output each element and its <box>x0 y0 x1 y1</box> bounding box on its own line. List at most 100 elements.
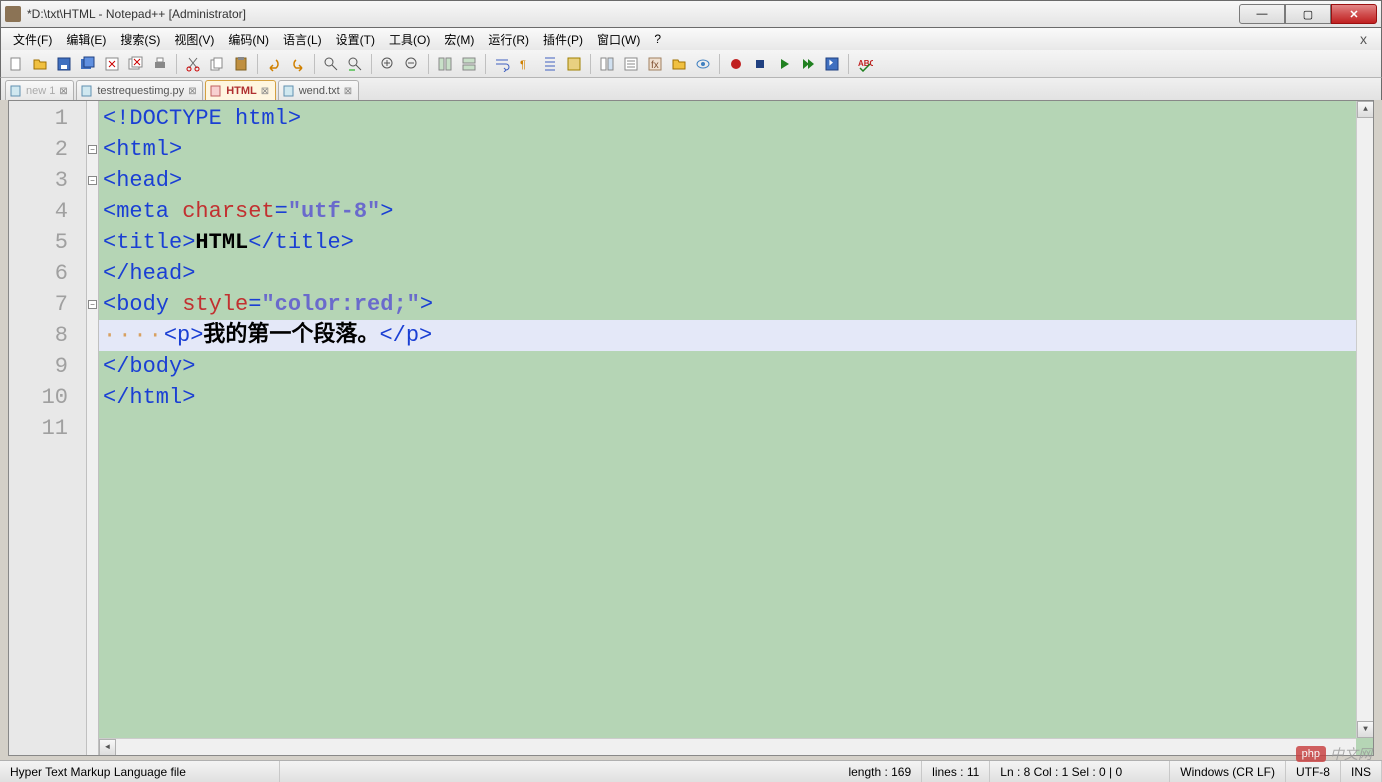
titlebar: *D:\txt\HTML - Notepad++ [Administrator]… <box>0 0 1382 28</box>
close-all-icon[interactable] <box>125 53 147 75</box>
scroll-down-icon[interactable]: ▼ <box>1357 721 1373 738</box>
code-line[interactable]: </body> <box>99 351 1373 382</box>
show-all-chars-icon[interactable]: ¶ <box>515 53 537 75</box>
record-macro-icon[interactable] <box>725 53 747 75</box>
doc-map-icon[interactable] <box>596 53 618 75</box>
file-icon <box>81 85 93 97</box>
tab-close-icon[interactable]: ⊠ <box>188 86 198 96</box>
menu-tools[interactable]: 工具(O) <box>383 29 436 50</box>
redo-icon[interactable] <box>287 53 309 75</box>
monitoring-icon[interactable] <box>692 53 714 75</box>
vertical-scrollbar[interactable]: ▲ ▼ <box>1356 101 1373 738</box>
menu-file[interactable]: 文件(F) <box>7 29 58 50</box>
save-icon[interactable] <box>53 53 75 75</box>
copy-icon[interactable] <box>206 53 228 75</box>
window-title: *D:\txt\HTML - Notepad++ [Administrator] <box>27 7 1239 21</box>
cut-icon[interactable] <box>182 53 204 75</box>
menu-macro[interactable]: 宏(M) <box>438 29 480 50</box>
undo-icon[interactable] <box>263 53 285 75</box>
close-button[interactable]: ✕ <box>1331 4 1377 24</box>
play-macro-icon[interactable] <box>773 53 795 75</box>
play-multi-icon[interactable] <box>797 53 819 75</box>
menu-language[interactable]: 语言(L) <box>277 29 328 50</box>
scroll-left-icon[interactable]: ◄ <box>99 739 116 755</box>
wordwrap-icon[interactable] <box>491 53 513 75</box>
menu-plugins[interactable]: 插件(P) <box>537 29 589 50</box>
paste-icon[interactable] <box>230 53 252 75</box>
toolbar-separator <box>371 54 372 74</box>
fold-toggle-icon[interactable]: − <box>88 300 97 309</box>
menu-view[interactable]: 视图(V) <box>168 29 220 50</box>
menubar-close-button[interactable]: x <box>1352 31 1375 47</box>
code-line[interactable]: ····<p>我的第一个段落。</p> <box>99 320 1373 351</box>
code-line[interactable]: <html> <box>99 134 1373 165</box>
code-line[interactable]: <body style="color:red;"> <box>99 289 1373 320</box>
tab-html[interactable]: HTML ⊠ <box>205 80 276 100</box>
tab-label: testrequestimg.py <box>97 85 184 97</box>
save-macro-icon[interactable] <box>821 53 843 75</box>
find-icon[interactable] <box>320 53 342 75</box>
status-insert-mode[interactable]: INS <box>1341 761 1382 782</box>
code-line[interactable]: <head> <box>99 165 1373 196</box>
close-file-icon[interactable] <box>101 53 123 75</box>
sync-vscroll-icon[interactable] <box>434 53 456 75</box>
menu-search[interactable]: 搜索(S) <box>114 29 166 50</box>
menubar: 文件(F) 编辑(E) 搜索(S) 视图(V) 编码(N) 语言(L) 设置(T… <box>0 28 1382 50</box>
tabbar: new 1 ⊠ testrequestimg.py ⊠ HTML ⊠ wend.… <box>0 78 1382 100</box>
doc-list-icon[interactable] <box>620 53 642 75</box>
watermark-text: 中文网 <box>1330 744 1372 764</box>
code-line[interactable] <box>99 413 1373 444</box>
tab-close-icon[interactable]: ⊠ <box>344 86 354 96</box>
sync-hscroll-icon[interactable] <box>458 53 480 75</box>
code-line[interactable]: <meta charset="utf-8"> <box>99 196 1373 227</box>
stop-macro-icon[interactable] <box>749 53 771 75</box>
menu-window[interactable]: 窗口(W) <box>591 29 646 50</box>
toolbar-separator <box>176 54 177 74</box>
tab-new1[interactable]: new 1 ⊠ <box>5 80 74 100</box>
indent-guide-icon[interactable] <box>539 53 561 75</box>
open-file-icon[interactable] <box>29 53 51 75</box>
status-encoding[interactable]: UTF-8 <box>1286 761 1341 782</box>
maximize-button[interactable]: ▢ <box>1285 4 1331 24</box>
code-line[interactable]: <!DOCTYPE html> <box>99 103 1373 134</box>
spellcheck-icon[interactable]: ABC <box>854 53 876 75</box>
user-lang-icon[interactable] <box>563 53 585 75</box>
code-line[interactable]: </html> <box>99 382 1373 413</box>
window-controls: — ▢ ✕ <box>1239 4 1377 24</box>
new-file-icon[interactable] <box>5 53 27 75</box>
toolbar-separator <box>257 54 258 74</box>
status-eol[interactable]: Windows (CR LF) <box>1170 761 1286 782</box>
folder-workspace-icon[interactable] <box>668 53 690 75</box>
file-icon <box>283 85 295 97</box>
menu-help[interactable]: ? <box>648 30 667 48</box>
tab-close-icon[interactable]: ⊠ <box>59 86 69 96</box>
code-line[interactable]: <title>HTML</title> <box>99 227 1373 258</box>
tab-testrequestimg[interactable]: testrequestimg.py ⊠ <box>76 80 203 100</box>
menu-settings[interactable]: 设置(T) <box>330 29 381 50</box>
function-list-icon[interactable]: fx <box>644 53 666 75</box>
tab-label: wend.txt <box>299 85 340 97</box>
tab-label: HTML <box>226 85 257 97</box>
replace-icon[interactable] <box>344 53 366 75</box>
menu-edit[interactable]: 编辑(E) <box>60 29 112 50</box>
menu-run[interactable]: 运行(R) <box>482 29 535 50</box>
watermark: php 中文网 <box>1296 744 1372 764</box>
line-number-gutter: 1234567891011 <box>9 101 87 755</box>
zoom-in-icon[interactable] <box>377 53 399 75</box>
minimize-button[interactable]: — <box>1239 4 1285 24</box>
svg-text:fx: fx <box>651 60 659 71</box>
print-icon[interactable] <box>149 53 171 75</box>
status-length: length : 169 <box>838 761 922 782</box>
tab-wend[interactable]: wend.txt ⊠ <box>278 80 359 100</box>
code-area[interactable]: <!DOCTYPE html><html><head><meta charset… <box>99 101 1373 755</box>
horizontal-scrollbar[interactable]: ◄ ► <box>99 738 1356 755</box>
menu-encoding[interactable]: 编码(N) <box>222 29 275 50</box>
toolbar-separator <box>428 54 429 74</box>
zoom-out-icon[interactable] <box>401 53 423 75</box>
fold-toggle-icon[interactable]: − <box>88 176 97 185</box>
tab-close-icon[interactable]: ⊠ <box>261 86 271 96</box>
code-line[interactable]: </head> <box>99 258 1373 289</box>
save-all-icon[interactable] <box>77 53 99 75</box>
scroll-up-icon[interactable]: ▲ <box>1357 101 1373 118</box>
fold-toggle-icon[interactable]: − <box>88 145 97 154</box>
